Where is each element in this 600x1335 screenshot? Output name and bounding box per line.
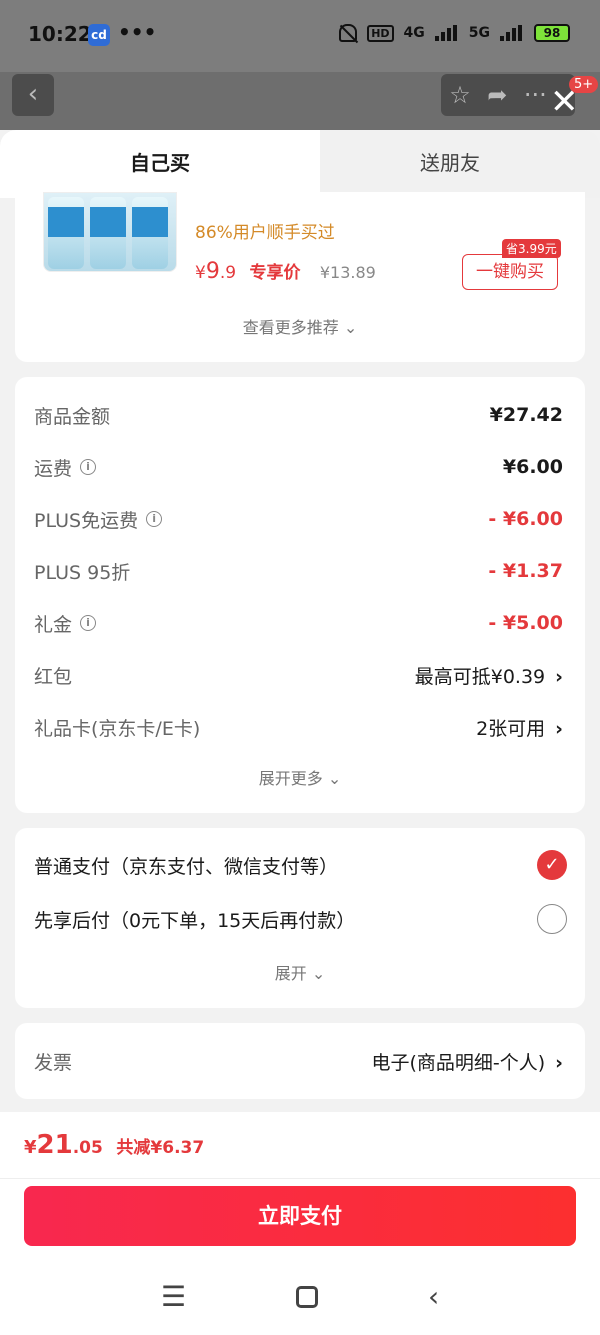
invoice-row: 发票 电子(商品明细-个人) › — [34, 1046, 563, 1076]
expand-more-costs[interactable]: 展开更多 ⌄ — [15, 765, 585, 789]
cost-value: ¥27.42 — [489, 404, 563, 426]
cost-label: PLUS免运费 — [34, 509, 139, 532]
status-bar: 10:22 cd ••• HD 4G 5G 98 — [0, 0, 600, 72]
price-decimal: .9 — [219, 263, 237, 283]
cost-label: 运费 — [34, 457, 73, 480]
chevron-right-icon: › — [555, 1051, 563, 1074]
page-header: ‹ ☆ ➦ ··· 5+ ✕ — [0, 72, 600, 130]
star-icon[interactable]: ☆ — [449, 81, 471, 109]
back-icon[interactable]: ‹ — [428, 1280, 439, 1313]
more-icon[interactable]: ··· — [524, 81, 547, 109]
checkout-sheet: 送朋友 自己买 86%用户顺手买过 ¥9.9 专享价 ¥13.89 一键购买 省… — [0, 130, 600, 1335]
tab-gift[interactable]: 送朋友 — [300, 130, 600, 198]
product-price: ¥9.9 专享价 ¥13.89 — [195, 258, 376, 284]
cost-label: PLUS 95折 — [34, 561, 131, 584]
expand-payment-options[interactable]: 展开 ⌄ — [15, 960, 585, 984]
payment-option-label: 普通支付（京东支付、微信支付等） — [34, 855, 339, 878]
tab-bar: 送朋友 自己买 — [0, 130, 600, 198]
cost-row-subtotal: 商品金额 ¥27.42 — [34, 400, 563, 430]
back-button[interactable]: ‹ — [12, 74, 54, 116]
info-icon[interactable]: i — [80, 459, 97, 475]
payment-option-normal[interactable]: 普通支付（京东支付、微信支付等） ✓ — [34, 850, 567, 880]
pay-now-button[interactable]: 立即支付 — [24, 1186, 576, 1246]
original-price: ¥13.89 — [319, 263, 376, 282]
cost-label: 红包 — [34, 665, 73, 688]
price-currency: ¥ — [195, 263, 206, 283]
network-5g-label: 5G — [468, 25, 490, 41]
checked-icon[interactable]: ✓ — [537, 850, 567, 880]
chevron-right-icon: › — [555, 665, 563, 688]
checkout-footer: ¥21.05 共减¥6.37 立即支付 ☰ ‹ — [0, 1112, 600, 1335]
close-icon[interactable]: ✕ — [550, 82, 579, 122]
invoice-label: 发票 — [34, 1051, 73, 1074]
total-price: ¥21.05 共减¥6.37 — [24, 1130, 204, 1160]
radio-unchecked-icon[interactable] — [537, 904, 567, 934]
divider — [0, 1178, 600, 1179]
mute-bell-icon — [339, 24, 358, 42]
recommendation-card: 86%用户顺手买过 ¥9.9 专享价 ¥13.89 一键购买 省3.99元 查看… — [15, 192, 585, 362]
payment-option-later[interactable]: 先享后付（0元下单，15天后再付款） — [34, 904, 567, 934]
share-icon[interactable]: ➦ — [487, 81, 507, 109]
total-integer: 21 — [36, 1130, 73, 1160]
cost-value: 2张可用 — [476, 717, 546, 740]
cost-label: 商品金额 — [34, 405, 111, 428]
cost-value: 最高可抵¥0.39 — [414, 665, 546, 688]
cost-row-gift-money: 礼金 i - ¥5.00 — [34, 608, 563, 638]
cost-label: 礼品卡(京东卡/E卡) — [34, 717, 201, 740]
payment-option-label: 先享后付（0元下单，15天后再付款） — [34, 909, 356, 932]
info-icon[interactable]: i — [80, 615, 97, 631]
total-currency: ¥ — [24, 1137, 37, 1158]
price-integer: 9 — [205, 259, 220, 284]
clock: 10:22 — [28, 22, 92, 46]
save-badge: 省3.99元 — [502, 239, 561, 258]
home-icon[interactable] — [295, 1285, 318, 1308]
menu-icon[interactable]: ☰ — [161, 1280, 186, 1313]
payment-method-card: 普通支付（京东支付、微信支付等） ✓ 先享后付（0元下单，15天后再付款） 展开… — [15, 828, 585, 1008]
total-decimal: .05 — [72, 1138, 103, 1158]
product-image[interactable] — [43, 192, 177, 272]
cost-value: ¥6.00 — [502, 456, 563, 478]
chevron-right-icon: › — [555, 717, 563, 740]
system-nav-bar: ☰ ‹ — [0, 1258, 600, 1335]
one-click-buy-button[interactable]: 一键购买 — [462, 254, 558, 290]
cost-label: 礼金 — [34, 613, 73, 636]
buyers-note: 86%用户顺手买过 — [195, 223, 335, 243]
cost-row-plus-free-shipping: PLUS免运费 i - ¥6.00 — [34, 504, 563, 534]
hd-icon: HD — [367, 24, 394, 42]
app-notification-icon: cd — [88, 24, 110, 46]
cost-row-gift-card[interactable]: 礼品卡(京东卡/E卡) 2张可用 › — [34, 712, 563, 742]
more-notifications-icon: ••• — [118, 20, 157, 44]
tab-self[interactable]: 自己买 — [0, 130, 320, 198]
battery-icon: 98 — [534, 24, 570, 42]
info-icon[interactable]: i — [146, 511, 163, 527]
signal-icon — [434, 25, 459, 41]
total-savings: 共减¥6.37 — [116, 1138, 205, 1158]
network-4g-label: 4G — [403, 25, 425, 41]
price-tag: 专享价 — [249, 263, 301, 283]
cost-value: - ¥6.00 — [488, 508, 563, 530]
status-icons: HD 4G 5G 98 — [339, 24, 570, 42]
cost-row-plus-discount: PLUS 95折 - ¥1.37 — [34, 556, 563, 586]
cost-value: - ¥1.37 — [488, 560, 563, 582]
invoice-value: 电子(商品明细-个人) — [371, 1051, 546, 1074]
cost-value: - ¥5.00 — [488, 612, 563, 634]
cost-row-shipping: 运费 i ¥6.00 — [34, 452, 563, 482]
invoice-card[interactable]: 发票 电子(商品明细-个人) › — [15, 1023, 585, 1099]
cost-breakdown-card: 商品金额 ¥27.42 运费 i ¥6.00 PLUS免运费 i - ¥6.00 P… — [15, 377, 585, 813]
signal-icon-2 — [500, 25, 524, 41]
cost-row-red-packet[interactable]: 红包 最高可抵¥0.39 › — [34, 660, 563, 690]
see-more-recommendations[interactable]: 查看更多推荐 ⌄ — [15, 314, 585, 338]
